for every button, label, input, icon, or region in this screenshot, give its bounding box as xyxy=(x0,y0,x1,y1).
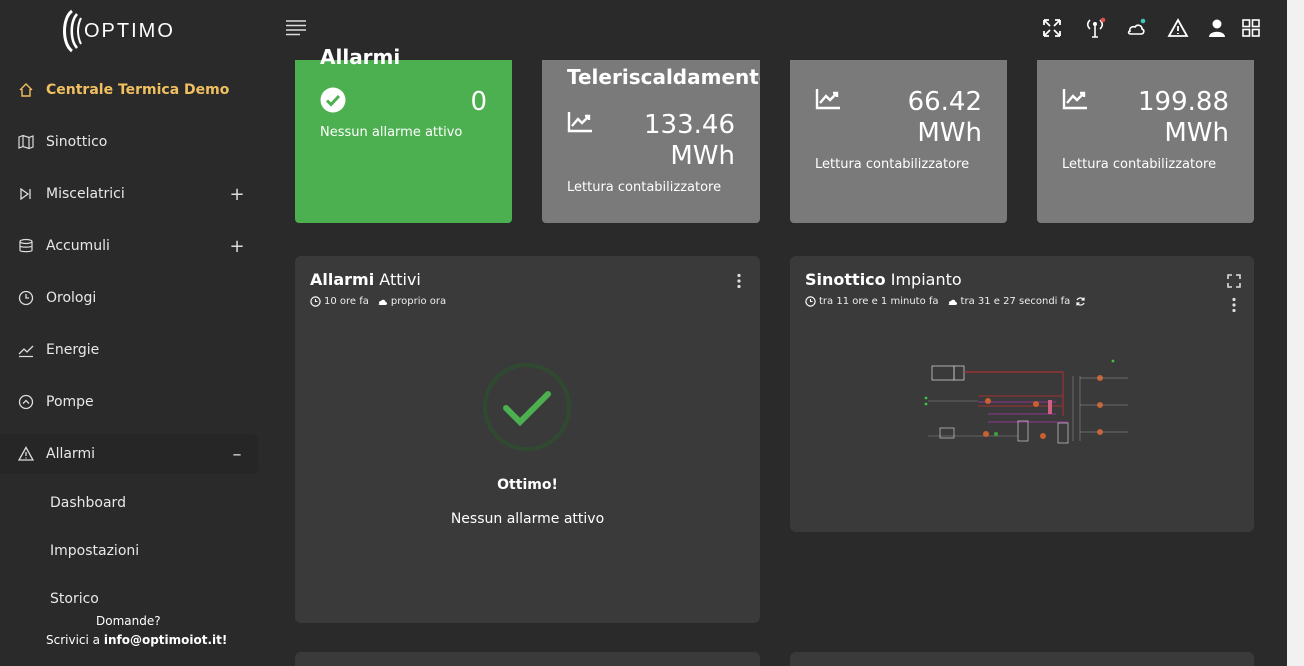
meta-cloud: tra 31 e 27 secondi fa xyxy=(960,296,1071,307)
meta-cloud: proprio ora xyxy=(390,296,447,307)
help-email-line: Scrivici a info@optimoiot.it! xyxy=(46,633,227,647)
user-icon[interactable] xyxy=(1206,17,1228,39)
panel-title: Allarmi Attivi xyxy=(310,270,421,289)
stat-subtitle: Lettura contabilizzatore xyxy=(815,157,970,172)
ok-subtitle: Nessun allarme attivo xyxy=(450,511,605,527)
sidebar-item-label: Miscelatrici xyxy=(46,186,125,202)
panel-meta: 10 ore fa proprio ora xyxy=(310,296,446,307)
expand-toggle[interactable]: + xyxy=(229,184,245,205)
panel-meta: tra 11 ore e 1 minuto fa tra 31 e 27 sec… xyxy=(805,296,1089,307)
sidebar-subitem-dashboard[interactable]: Dashboard xyxy=(50,495,126,511)
sidebar-item-centrale[interactable]: Centrale Termica Demo xyxy=(0,70,258,110)
stat-title: Teleriscaldamento xyxy=(567,65,760,89)
kebab-menu-icon[interactable] xyxy=(736,273,742,289)
stat-value: 199.88 MWh xyxy=(1138,87,1229,149)
alert-icon xyxy=(18,446,34,461)
stat-value-unit: MWh xyxy=(670,141,735,171)
help-write-prefix: Scrivici a xyxy=(46,633,104,647)
sidebar-subitem-impostazioni[interactable]: Impostazioni xyxy=(50,543,139,559)
sidebar: OPTIMO Centrale Termica Demo Sinottico M… xyxy=(0,0,262,666)
stat-card-energia-1[interactable]: 66.42 MWh Lettura contabilizzatore xyxy=(790,60,1007,223)
ok-title: Ottimo! xyxy=(497,477,558,493)
cloud-icon xyxy=(378,299,387,305)
optimo-logo-icon xyxy=(63,9,82,53)
collapse-toggle[interactable]: – xyxy=(229,444,245,465)
bottom-panel-right xyxy=(790,652,1254,666)
expand-icon[interactable] xyxy=(1227,274,1241,288)
check-circle-icon xyxy=(320,87,346,113)
brand-name: OPTIMO xyxy=(84,19,175,42)
bottom-panel-left xyxy=(295,652,760,666)
help-question: Domande? xyxy=(96,614,161,628)
sidebar-item-miscelatrici[interactable]: Miscelatrici + xyxy=(0,174,258,214)
kebab-menu-icon[interactable] xyxy=(1231,297,1237,313)
sidebar-item-orologi[interactable]: Orologi xyxy=(0,278,258,318)
stat-card-teleriscaldamento[interactable]: Teleriscaldamento 133.46 MWh Lettura con… xyxy=(542,60,760,223)
sidebar-item-label: Energie xyxy=(46,342,100,358)
clock-icon xyxy=(310,296,321,307)
stat-subtitle: Nessun allarme attivo xyxy=(320,125,463,140)
sidebar-item-label: Allarmi xyxy=(46,446,95,462)
sidebar-item-pompe[interactable]: Pompe xyxy=(0,382,258,422)
fullscreen-icon[interactable] xyxy=(1041,17,1063,39)
stat-value: 0 xyxy=(470,87,487,117)
sidebar-item-label: Sinottico xyxy=(46,134,108,150)
menu-toggle-icon[interactable] xyxy=(286,20,306,36)
sidebar-item-energie[interactable]: Energie xyxy=(0,330,258,370)
alarms-panel: Allarmi Attivi 10 ore fa proprio ora Ott… xyxy=(295,256,760,623)
meta-time: tra 11 ore e 1 minuto fa xyxy=(819,296,939,307)
chart-line-icon xyxy=(567,112,592,133)
pump-icon xyxy=(18,394,34,410)
stat-value-number: 66.42 xyxy=(907,87,982,117)
apps-grid-icon[interactable] xyxy=(1240,17,1262,39)
sidebar-item-accumuli[interactable]: Accumuli + xyxy=(0,226,258,266)
sidebar-item-sinottico[interactable]: Sinottico xyxy=(0,122,258,162)
stat-title: Allarmi xyxy=(320,45,401,69)
help-email-link[interactable]: info@optimoiot.it! xyxy=(104,633,228,647)
expand-toggle[interactable]: + xyxy=(229,236,245,257)
sidebar-item-label: Pompe xyxy=(46,394,94,410)
sidebar-item-label: Orologi xyxy=(46,290,97,306)
cloud-status-icon[interactable] xyxy=(1125,17,1147,39)
panel-title: Sinottico Impianto xyxy=(805,270,962,289)
sidebar-item-label: Accumuli xyxy=(46,238,110,254)
meta-time: 10 ore fa xyxy=(324,296,369,307)
map-icon xyxy=(18,134,34,150)
scrollbar[interactable] xyxy=(1287,0,1304,666)
plant-synoptic-diagram[interactable] xyxy=(918,356,1138,456)
database-icon xyxy=(19,238,33,253)
chart-line-icon xyxy=(1062,89,1087,110)
stat-value-unit: MWh xyxy=(917,118,982,148)
sidebar-item-allarmi[interactable]: Allarmi – xyxy=(0,434,258,474)
sidebar-subitem-storico[interactable]: Storico xyxy=(50,591,99,607)
stat-subtitle: Lettura contabilizzatore xyxy=(567,180,722,195)
stat-value-number: 133.46 xyxy=(644,110,735,140)
synoptic-panel: Sinottico Impianto tra 11 ore e 1 minuto… xyxy=(790,256,1254,532)
stat-value: 66.42 MWh xyxy=(908,87,982,149)
stat-value: 133.46 MWh xyxy=(644,110,735,172)
stat-card-energia-2[interactable]: 199.88 MWh Lettura contabilizzatore xyxy=(1037,60,1254,223)
stat-value-unit: MWh xyxy=(1164,118,1229,148)
chart-line-icon xyxy=(815,89,840,110)
trend-icon xyxy=(18,345,34,358)
stat-subtitle: Lettura contabilizzatore xyxy=(1062,157,1217,172)
stat-value-number: 199.88 xyxy=(1138,87,1229,117)
stat-card-allarmi[interactable]: Allarmi 0 Nessun allarme attivo xyxy=(295,46,512,223)
alert-icon[interactable] xyxy=(1167,17,1189,39)
brand-logo[interactable]: OPTIMO xyxy=(60,8,175,54)
antenna-icon[interactable] xyxy=(1084,17,1106,39)
home-icon xyxy=(19,83,33,97)
sidebar-item-label: Centrale Termica Demo xyxy=(46,82,230,98)
cloud-icon xyxy=(948,299,957,305)
refresh-icon[interactable] xyxy=(1075,296,1086,307)
skip-icon xyxy=(20,187,31,201)
success-check-icon xyxy=(483,363,571,451)
clock-icon xyxy=(18,290,34,306)
clock-icon xyxy=(805,296,816,307)
